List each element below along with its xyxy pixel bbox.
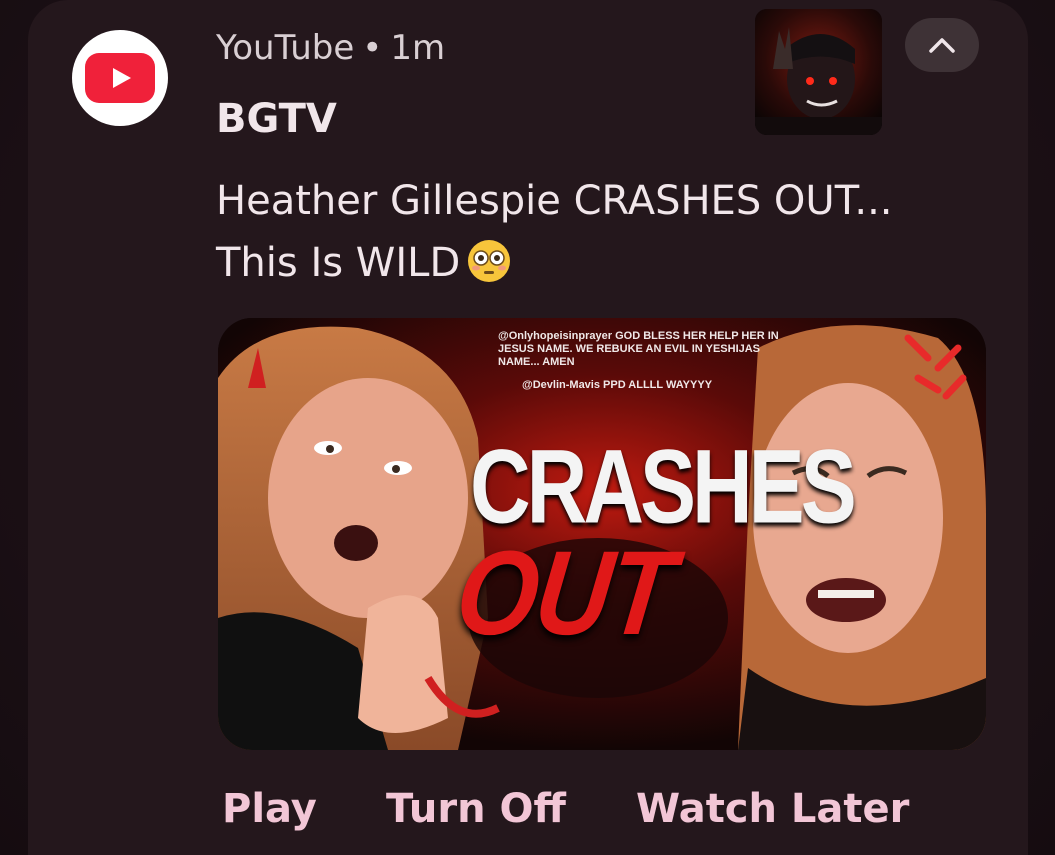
notification-header: YouTube • 1m bbox=[216, 28, 445, 68]
channel-avatar bbox=[755, 9, 882, 135]
separator-dot: • bbox=[362, 28, 383, 68]
play-button[interactable]: Play bbox=[222, 786, 317, 832]
message-line-1: Heather Gillespie CRASHES OUT... bbox=[216, 178, 893, 224]
thumbnail-comment-1: @Onlyhopeisinprayer GOD BLESS HER HELP H… bbox=[498, 330, 779, 368]
video-thumbnail[interactable]: @Onlyhopeisinprayer GOD BLESS HER HELP H… bbox=[218, 318, 986, 750]
turn-off-button[interactable]: Turn Off bbox=[386, 786, 566, 832]
thumbnail-headline-bottom: OUT bbox=[449, 527, 680, 661]
timestamp: 1m bbox=[390, 28, 446, 68]
message-line-2: This Is WILD bbox=[216, 240, 461, 286]
flushed-face-emoji-icon bbox=[468, 240, 511, 282]
chevron-up-icon bbox=[929, 38, 955, 53]
app-name: YouTube bbox=[216, 28, 355, 68]
youtube-app-icon bbox=[72, 30, 168, 126]
channel-name: BGTV bbox=[216, 96, 337, 142]
thumbnail-comments: @Onlyhopeisinprayer GOD BLESS HER HELP H… bbox=[498, 330, 788, 392]
notification-screen: YouTube • 1m BGTV Heather Gillespie CRASHE… bbox=[0, 0, 1055, 855]
watch-later-button[interactable]: Watch Later bbox=[636, 786, 909, 832]
collapse-button[interactable] bbox=[905, 18, 979, 72]
notification-message: Heather Gillespie CRASHES OUT... This Is… bbox=[216, 170, 936, 294]
notification-actions: Play Turn Off Watch Later bbox=[0, 786, 1055, 846]
thumbnail-comment-2: @Devlin-Mavis PPD ALLLL WAYYYY bbox=[522, 379, 713, 391]
youtube-logo-icon bbox=[85, 53, 155, 103]
